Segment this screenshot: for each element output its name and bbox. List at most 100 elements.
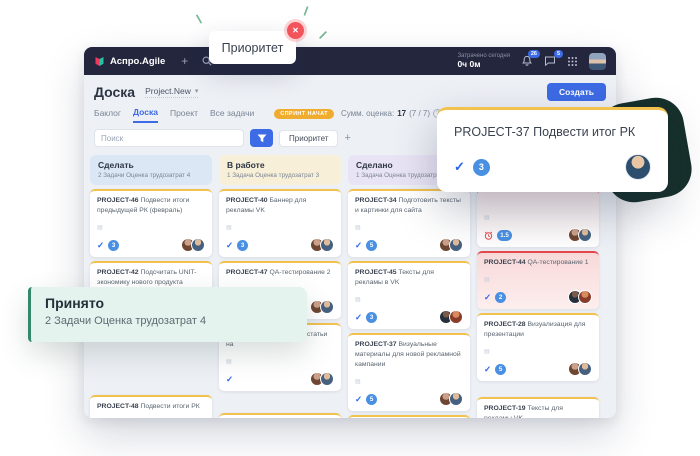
card-title: PROJECT-46 Подвести итоги предыдущей РК …	[97, 196, 205, 216]
task-card[interactable]: ▤ 1.5	[477, 189, 599, 247]
card-title: PROJECT-28 Визуализация для презентации	[484, 320, 592, 340]
card-title: PROJECT-19 Тексты для рекламы VK	[484, 404, 592, 418]
tab-all-tasks[interactable]: Все задачи	[210, 108, 254, 122]
card-title: PROJECT-34 Подготовить тексты и картинки…	[355, 196, 463, 216]
decorative-sprig	[196, 14, 203, 24]
column-name: В работе	[227, 160, 333, 170]
card-title: PROJECT-42 Подсчитать UNIT-экономику нов…	[97, 268, 205, 288]
notifications-badge: 26	[528, 50, 540, 58]
task-card[interactable]: PROJECT-23 Итоги РК ▤ ✓5	[348, 415, 470, 418]
task-card[interactable]: PROJECT-40 Баннер для рекламы VK ▤ ✓3	[219, 189, 341, 257]
score-summary: Сумм. оценка: 17 (7 / 7) ?	[341, 109, 442, 118]
description-icon: ▤	[355, 379, 361, 386]
accepted-column-callout: Принято 2 Задачи Оценка трудозатрат 4	[28, 287, 307, 342]
create-button[interactable]: Создать	[547, 83, 606, 101]
column-header[interactable]: Сделать 2 Задачи Оценка трудозатрат 4	[90, 155, 212, 185]
assignees	[443, 310, 463, 324]
card-title: PROJECT-47 QA-тестирование 2	[226, 268, 334, 278]
check-icon: ✓	[355, 240, 362, 251]
callout-title: Принято	[45, 295, 293, 311]
task-card[interactable]: PROJECT-37 Визуальные материалы для ново…	[348, 333, 470, 411]
assignees	[185, 238, 205, 252]
popup-title: PROJECT-37 Подвести итог РК	[454, 125, 651, 139]
deadline-clock-icon	[484, 231, 493, 240]
check-icon: ✓	[484, 292, 491, 303]
check-icon: ✓	[97, 240, 104, 251]
messages-badge: 5	[554, 50, 563, 58]
task-popup-card[interactable]: PROJECT-37 Подвести итог РК ✓ 3	[437, 107, 668, 192]
task-card[interactable]: PROJECT-46 Подвести итоги предыдущей РК …	[90, 189, 212, 257]
assignees	[314, 238, 334, 252]
tab-backlog[interactable]: Баклог	[94, 108, 121, 122]
column-name: Сделать	[98, 160, 204, 170]
check-icon: ✓	[226, 240, 233, 251]
task-card[interactable]: PROJECT-34 Подготовить тексты и картинки…	[348, 189, 470, 257]
estimate-badge: 3	[237, 240, 248, 251]
check-icon: ✓	[484, 364, 491, 375]
card-title: PROJECT-40 Баннер для рекламы VK	[226, 196, 334, 216]
time-value: 0ч 0м	[457, 60, 510, 69]
estimate-badge: 3	[473, 159, 490, 176]
project-selector[interactable]: Project.New ▾	[145, 86, 198, 98]
tooltip-text: Приоритет	[222, 41, 284, 55]
task-card[interactable]: PROJECT-48 Подвести итоги РК ▤ ✓3	[90, 395, 212, 418]
project-name: Project.New	[145, 86, 191, 96]
tab-project[interactable]: Проект	[170, 108, 198, 122]
decorative-sprig	[319, 31, 327, 39]
card-title: PROJECT-45 Тексты для рекламы в VK	[355, 268, 463, 288]
screenshot-canvas: Аспро.Agile + Сп Затрачено сегодня 0ч 0м…	[0, 0, 700, 456]
user-avatar[interactable]	[589, 53, 606, 70]
close-icon[interactable]: ✕	[287, 22, 304, 39]
chevron-down-icon: ▾	[195, 87, 199, 95]
avatar-man	[191, 238, 205, 252]
estimate-badge: 2	[495, 292, 506, 303]
filter-button[interactable]	[250, 129, 273, 147]
avatar-woman	[578, 290, 592, 304]
task-card[interactable]: PROJECT-28 Визуализация для презентации …	[477, 313, 599, 381]
column-done: Сделано 1 Задача Оценка трудозатрат PROJ…	[348, 155, 470, 418]
description-icon: ▤	[355, 297, 361, 304]
avatar-man	[578, 228, 592, 242]
avatar-man	[320, 300, 334, 314]
time-tracker: Затрачено сегодня 0ч 0м	[457, 53, 510, 69]
avatar-man	[449, 238, 463, 252]
assignees	[443, 238, 463, 252]
avatar-woman	[449, 310, 463, 324]
priority-filter-chip[interactable]: Приоритет	[279, 130, 338, 147]
avatar-man	[625, 154, 651, 180]
notifications-button[interactable]: 26	[521, 55, 533, 67]
column-header[interactable]: В работе 1 Задача Оценка трудозатрат 3	[219, 155, 341, 185]
estimate-badge: 5	[495, 364, 506, 375]
estimate-badge: 3	[366, 312, 377, 323]
create-quick-button[interactable]: +	[181, 54, 188, 68]
avatar-man	[320, 372, 334, 386]
app-logo-icon	[94, 56, 105, 67]
page-title: Доска	[94, 84, 135, 100]
card-title	[484, 196, 592, 206]
column-meta: 2 Задачи Оценка трудозатрат 4	[98, 172, 204, 179]
assignees	[314, 372, 334, 386]
top-bar: Аспро.Agile + Сп Затрачено сегодня 0ч 0м…	[84, 47, 616, 75]
score-extra: (7 / 7)	[409, 109, 430, 118]
task-card[interactable]: PROJECT-44 QA-тестирование 1 ▤ ✓2	[477, 251, 599, 309]
card-title: PROJECT-44 QA-тестирование 1	[484, 258, 592, 268]
add-filter-button[interactable]: +	[344, 132, 350, 144]
task-card[interactable]: PROJECT-45 Тексты для рекламы в VK ▤ ✓3	[348, 261, 470, 329]
description-icon: ▤	[226, 359, 232, 366]
callout-subtitle: 2 Задачи Оценка трудозатрат 4	[45, 315, 293, 327]
tab-board[interactable]: Доска	[133, 107, 158, 123]
task-card[interactable]: теории ✓3	[219, 413, 341, 418]
avatar-man	[578, 362, 592, 376]
apps-grid-icon[interactable]	[567, 56, 578, 67]
description-icon: ▤	[355, 225, 361, 232]
column-meta: 1 Задача Оценка трудозатрат 3	[227, 172, 333, 179]
task-card[interactable]: PROJECT-19 Тексты для рекламы VK ▤ ✓5	[477, 397, 599, 418]
messages-button[interactable]: 5	[544, 55, 556, 67]
description-icon: ▤	[484, 215, 490, 222]
card-title: PROJECT-48 Подвести итоги РК	[97, 402, 205, 412]
search-input[interactable]	[94, 129, 244, 147]
column-accepted: Принято 2 Задачи Оценка трудозатрат 4 ▤ …	[477, 155, 599, 418]
avatar-man	[449, 392, 463, 406]
card-title: PROJECT-37 Визуальные материалы для ново…	[355, 340, 463, 370]
estimate-badge: 3	[108, 240, 119, 251]
